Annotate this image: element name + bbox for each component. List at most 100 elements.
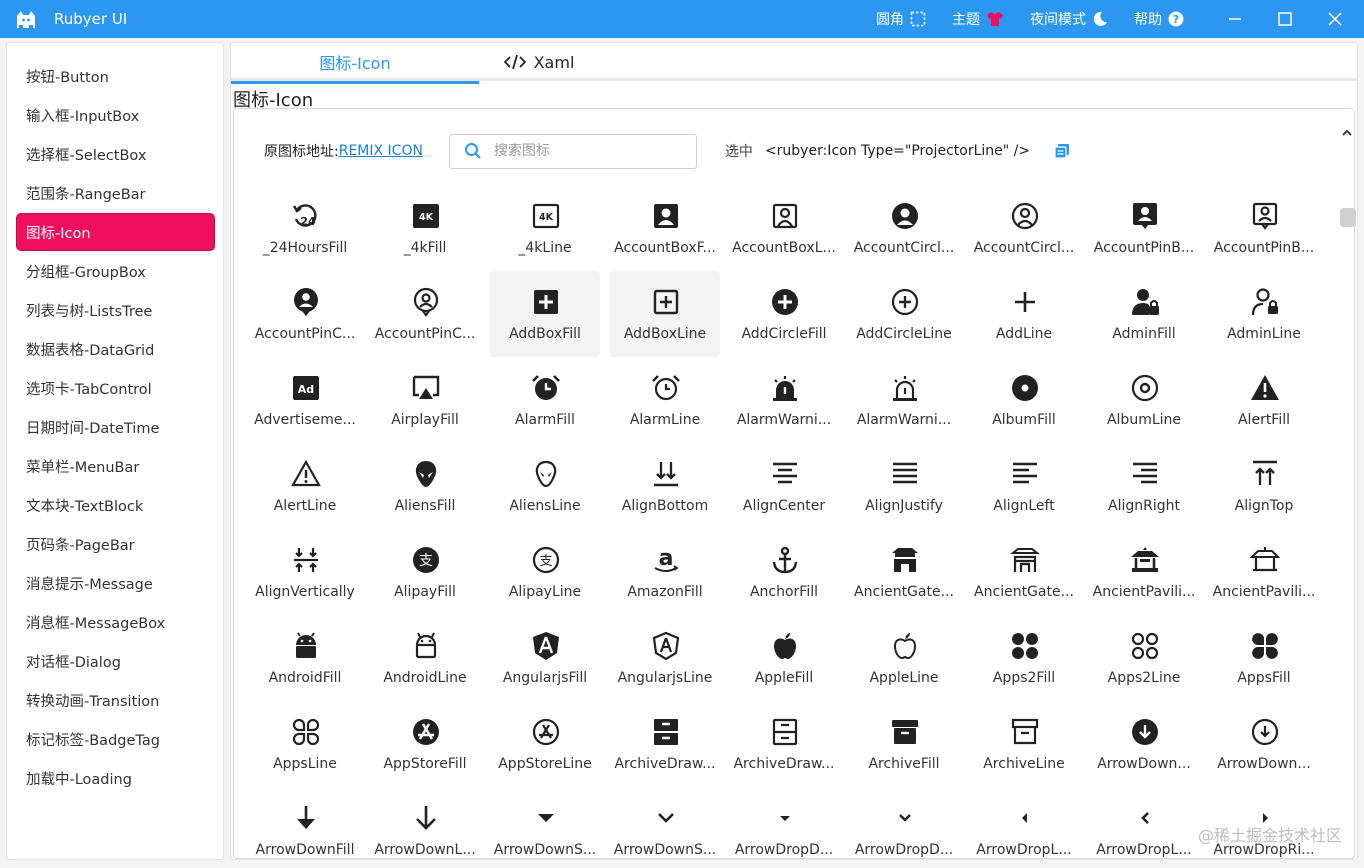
theme-button[interactable]: 主题 <box>952 9 1004 29</box>
icon-tile[interactable]: AppStoreLine <box>490 701 600 787</box>
search-input[interactable] <box>493 143 684 159</box>
sidebar-item[interactable]: 文本块-TextBlock <box>17 487 214 523</box>
icon-tile[interactable]: AppStoreFill <box>370 701 480 787</box>
icon-tile[interactable]: AppleLine <box>849 615 959 701</box>
icon-tile[interactable]: AccountCircl... <box>849 185 959 271</box>
icon-tile[interactable]: AccountPinC... <box>250 271 360 357</box>
sidebar-item[interactable]: 输入框-InputBox <box>17 97 214 133</box>
sidebar-item[interactable]: 加载中-Loading <box>17 760 214 796</box>
icon-tile[interactable]: ArrowDownS... <box>610 787 720 858</box>
icon-tile[interactable]: AncientGate... <box>969 529 1079 615</box>
sidebar-item[interactable]: 消息提示-Message <box>17 565 214 601</box>
icon-tile[interactable]: AlertFill <box>1209 357 1319 443</box>
icon-tile[interactable]: AlignLeft <box>969 443 1079 529</box>
sidebar-item[interactable]: 菜单栏-MenuBar <box>17 448 214 484</box>
maximize-button[interactable] <box>1260 0 1310 38</box>
icon-tile[interactable]: AccountBoxL... <box>729 185 839 271</box>
copy-button[interactable] <box>1054 143 1070 159</box>
icon-tile[interactable]: AccountPinB... <box>1209 185 1319 271</box>
icon-tile[interactable]: 4K _4kFill <box>370 185 480 271</box>
night-mode-toggle[interactable]: 夜间模式 <box>1030 9 1108 29</box>
icon-tile[interactable]: AliensLine <box>490 443 600 529</box>
icon-tile[interactable]: AncientGate... <box>849 529 959 615</box>
icon-tile[interactable]: AppleFill <box>729 615 839 701</box>
icon-tile[interactable]: ArrowDownL... <box>370 787 480 858</box>
sidebar-item[interactable]: 分组框-GroupBox <box>17 253 214 289</box>
icon-tile[interactable]: AddCircleFill <box>729 271 839 357</box>
icon-tile[interactable]: Ad Advertiseme... <box>250 357 360 443</box>
icon-tile[interactable]: Apps2Line <box>1089 615 1199 701</box>
icon-tile[interactable]: AppsFill <box>1209 615 1319 701</box>
close-button[interactable] <box>1310 0 1360 38</box>
sidebar-item[interactable]: 标记标签-BadgeTag <box>17 721 214 757</box>
help-button[interactable]: 帮助 ? <box>1134 9 1184 29</box>
icon-tile[interactable]: AlignJustify <box>849 443 959 529</box>
source-link[interactable]: REMIX ICON <box>339 143 423 159</box>
icon-tile[interactable]: ArchiveLine <box>969 701 1079 787</box>
icon-tile[interactable]: ArchiveDraw... <box>729 701 839 787</box>
icon-tile[interactable]: AlignTop <box>1209 443 1319 529</box>
icon-tile[interactable]: Apps2Fill <box>969 615 1079 701</box>
icon-tile[interactable]: ArchiveDraw... <box>610 701 720 787</box>
icon-tile[interactable]: ArrowDown... <box>1209 701 1319 787</box>
icon-tile[interactable]: AddLine <box>969 271 1079 357</box>
icon-tile[interactable]: ArchiveFill <box>849 701 959 787</box>
icon-tile[interactable]: AlignVertically <box>250 529 360 615</box>
sidebar-item[interactable]: 日期时间-DateTime <box>17 409 214 445</box>
icon-tile[interactable]: AlertLine <box>250 443 360 529</box>
scroll-up-icon[interactable] <box>1340 128 1354 138</box>
icon-tile[interactable]: AddBoxLine <box>610 271 720 357</box>
icon-tile[interactable]: AncientPavili... <box>1089 529 1199 615</box>
minimize-button[interactable] <box>1210 0 1260 38</box>
icon-tile[interactable]: AngularjsFill <box>490 615 600 701</box>
icon-tile[interactable]: AlarmFill <box>490 357 600 443</box>
icon-tile[interactable]: AndroidLine <box>370 615 480 701</box>
icon-tile[interactable]: 支 AlipayFill <box>370 529 480 615</box>
sidebar-item[interactable]: 列表与树-ListsTree <box>17 292 214 328</box>
icon-tile[interactable]: 24 _24HoursFill <box>250 185 360 271</box>
icon-tile[interactable]: AlignRight <box>1089 443 1199 529</box>
icon-tile[interactable]: AccountPinB... <box>1089 185 1199 271</box>
icon-tile[interactable]: ArrowDownFill <box>250 787 360 858</box>
sidebar-item[interactable]: 转换动画-Transition <box>17 682 214 718</box>
icon-tile[interactable]: AndroidFill <box>250 615 360 701</box>
icon-tile[interactable]: 支 AlipayLine <box>490 529 600 615</box>
icon-tile[interactable]: AngularjsLine <box>610 615 720 701</box>
icon-tile[interactable]: AliensFill <box>370 443 480 529</box>
icon-tile[interactable]: AppsLine <box>250 701 360 787</box>
icon-tile[interactable]: a AmazonFill <box>610 529 720 615</box>
scrollbar[interactable] <box>1338 128 1356 858</box>
sidebar-item[interactable]: 选项卡-TabControl <box>17 370 214 406</box>
icon-tile[interactable]: AdminFill <box>1089 271 1199 357</box>
sidebar-item[interactable]: 数据表格-DataGrid <box>17 331 214 367</box>
sidebar-item[interactable]: 选择框-SelectBox <box>17 136 214 172</box>
icon-tile[interactable]: AlarmWarni... <box>849 357 959 443</box>
icon-tile[interactable]: AccountCircl... <box>969 185 1079 271</box>
sidebar-item[interactable]: 图标-Icon <box>17 214 214 250</box>
icon-tile[interactable]: AccountPinC... <box>370 271 480 357</box>
icon-tile[interactable]: ArrowDropL... <box>969 787 1079 858</box>
icon-tile[interactable]: AlarmWarni... <box>729 357 839 443</box>
icon-tile[interactable]: ArrowDropL... <box>1089 787 1199 858</box>
search-box[interactable] <box>448 133 697 169</box>
icon-tile[interactable]: AncientPavili... <box>1209 529 1319 615</box>
sidebar-item[interactable]: 消息框-MessageBox <box>17 604 214 640</box>
icon-tile[interactable]: AdminLine <box>1209 271 1319 357</box>
sidebar-item[interactable]: 页码条-PageBar <box>17 526 214 562</box>
icon-tile[interactable]: AnchorFill <box>729 529 839 615</box>
icon-tile[interactable]: AccountBoxF... <box>610 185 720 271</box>
icon-tile[interactable]: ArrowDown... <box>1089 701 1199 787</box>
icon-tile[interactable]: AlbumLine <box>1089 357 1199 443</box>
icon-tile[interactable]: ArrowDownS... <box>490 787 600 858</box>
icon-tile[interactable]: AlbumFill <box>969 357 1079 443</box>
tab-icon[interactable]: 图标-Icon <box>231 43 479 84</box>
sidebar-item[interactable]: 按钮-Button <box>17 58 214 94</box>
icon-tile[interactable]: ArrowDropD... <box>849 787 959 858</box>
scroll-thumb[interactable] <box>1340 208 1356 227</box>
tab-xaml[interactable]: Xaml <box>479 43 599 81</box>
sidebar-item[interactable]: 对话框-Dialog <box>17 643 214 679</box>
corner-radius-toggle[interactable]: 圆角 <box>876 9 926 29</box>
icon-tile[interactable]: 4K _4kLine <box>490 185 600 271</box>
icon-tile[interactable]: ArrowDropD... <box>729 787 839 858</box>
icon-tile[interactable]: AddBoxFill <box>490 271 600 357</box>
